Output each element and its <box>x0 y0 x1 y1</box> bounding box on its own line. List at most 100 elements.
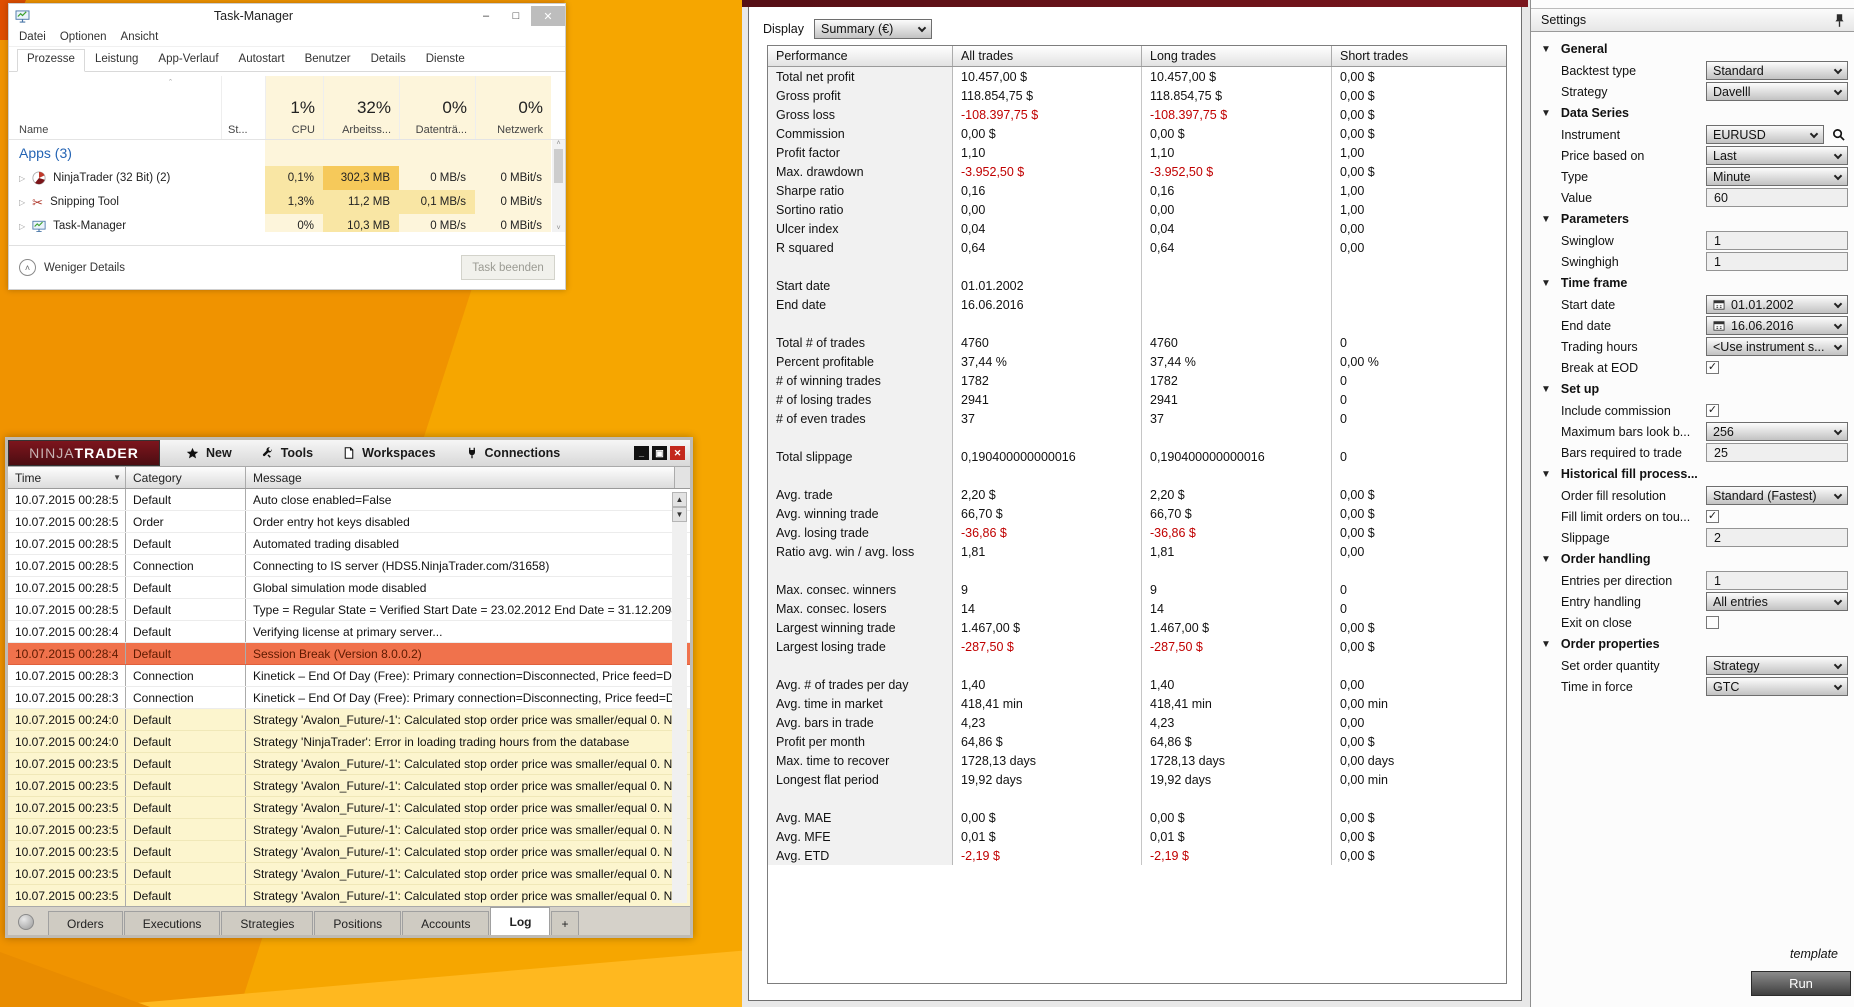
log-row[interactable]: 10.07.2015 00:28:5DefaultGlobal simulati… <box>8 577 690 599</box>
menu-workspaces[interactable]: Workspaces <box>331 446 447 460</box>
run-button[interactable]: Run <box>1751 971 1851 996</box>
setting-checkbox[interactable] <box>1706 616 1719 629</box>
setting-date-dropdown[interactable]: 01.01.2002 <box>1706 295 1848 314</box>
process-group-row[interactable]: Apps (3) <box>9 140 565 166</box>
expand-caret-icon[interactable]: ▷ <box>19 174 25 183</box>
collapse-triangle-icon[interactable]: ▼ <box>1541 44 1551 55</box>
menu-new[interactable]: New <box>174 446 244 460</box>
log-row[interactable]: 10.07.2015 00:23:5DefaultStrategy 'Avalo… <box>8 863 690 885</box>
log-row[interactable]: 10.07.2015 00:23:5DefaultStrategy 'Avalo… <box>8 753 690 775</box>
collapse-triangle-icon[interactable]: ▼ <box>1541 639 1551 650</box>
settings-group-header[interactable]: ▼Parameters <box>1531 208 1854 230</box>
column-cpu[interactable]: 1% CPU <box>265 76 323 139</box>
column-performance[interactable]: Performance <box>768 46 953 66</box>
log-row[interactable]: 10.07.2015 00:28:5ConnectionConnecting t… <box>8 555 690 577</box>
process-row[interactable]: ▷NinjaTrader (32 Bit) (2)0,1%302,3 MB0 M… <box>9 166 565 190</box>
setting-dropdown[interactable]: Davelll <box>1706 82 1848 101</box>
log-column-time[interactable]: Time ▼ <box>8 467 126 488</box>
log-scrollbar[interactable]: ▲ ▼ <box>672 492 687 903</box>
setting-input[interactable]: 2 <box>1706 528 1848 547</box>
settings-group-header[interactable]: ▼Set up <box>1531 378 1854 400</box>
tab-prozesse[interactable]: Prozesse <box>17 49 85 72</box>
maximize-button[interactable]: ▣ <box>652 446 667 460</box>
fewer-details-toggle[interactable]: ˄ Weniger Details <box>19 259 125 276</box>
close-button[interactable]: ✕ <box>670 446 685 460</box>
log-row[interactable]: 10.07.2015 00:28:3ConnectionKinetick – E… <box>8 665 690 687</box>
setting-input[interactable]: 1 <box>1706 231 1848 250</box>
setting-dropdown[interactable]: Standard <box>1706 61 1848 80</box>
collapse-triangle-icon[interactable]: ▼ <box>1541 214 1551 225</box>
setting-dropdown[interactable]: All entries <box>1706 592 1848 611</box>
maximize-button[interactable]: □ <box>501 6 531 26</box>
scroll-up-icon[interactable]: ▲ <box>672 492 687 507</box>
collapse-triangle-icon[interactable]: ▼ <box>1541 469 1551 480</box>
settings-group-header[interactable]: ▼Time frame <box>1531 272 1854 294</box>
column-short-trades[interactable]: Short trades <box>1332 46 1506 66</box>
settings-group-header[interactable]: ▼Data Series <box>1531 102 1854 124</box>
search-icon[interactable] <box>1832 128 1845 141</box>
setting-checkbox[interactable]: ✓ <box>1706 361 1719 374</box>
scroll-down-icon[interactable]: ˅ <box>556 225 560 232</box>
collapse-triangle-icon[interactable]: ▼ <box>1541 554 1551 565</box>
setting-checkbox[interactable]: ✓ <box>1706 404 1719 417</box>
setting-input[interactable]: 1 <box>1706 252 1848 271</box>
process-row[interactable]: ▷Task-Manager0%10,3 MB0 MB/s0 MBit/s <box>9 214 565 232</box>
log-row[interactable]: 10.07.2015 00:23:5DefaultStrategy 'Avalo… <box>8 819 690 841</box>
column-all-trades[interactable]: All trades <box>953 46 1142 66</box>
setting-input[interactable]: 1 <box>1706 571 1848 590</box>
collapse-triangle-icon[interactable]: ▼ <box>1541 278 1551 289</box>
display-dropdown[interactable]: Summary (€) <box>814 19 932 39</box>
menu-datei[interactable]: Datei <box>19 31 46 43</box>
tab-log[interactable]: Log <box>490 907 550 935</box>
expand-caret-icon[interactable]: ▷ <box>19 198 25 207</box>
tab-benutzer[interactable]: Benutzer <box>295 49 361 71</box>
setting-dropdown[interactable]: <Use instrument s... <box>1706 337 1848 356</box>
column-name[interactable]: Name <box>19 124 221 136</box>
log-row[interactable]: 10.07.2015 00:28:5DefaultAutomated tradi… <box>8 533 690 555</box>
tab-dienste[interactable]: Dienste <box>416 49 475 71</box>
tab-app-verlauf[interactable]: App-Verlauf <box>148 49 228 71</box>
scrollbar-thumb[interactable] <box>554 149 563 183</box>
column-status[interactable]: St... <box>221 76 265 139</box>
menu-optionen[interactable]: Optionen <box>60 31 107 43</box>
setting-checkbox[interactable]: ✓ <box>1706 510 1719 523</box>
log-row[interactable]: 10.07.2015 00:24:0DefaultStrategy 'Ninja… <box>8 731 690 753</box>
setting-dropdown[interactable]: Last <box>1706 146 1848 165</box>
setting-dropdown[interactable]: Minute <box>1706 167 1848 186</box>
tab-strategies[interactable]: Strategies <box>221 911 313 935</box>
tab-positions[interactable]: Positions <box>314 911 401 935</box>
end-task-button[interactable]: Task beenden <box>461 255 555 280</box>
log-row[interactable]: 10.07.2015 00:28:4DefaultVerifying licen… <box>8 621 690 643</box>
log-row[interactable]: 10.07.2015 00:23:5DefaultStrategy 'Avalo… <box>8 841 690 863</box>
setting-date-dropdown[interactable]: 16.06.2016 <box>1706 316 1848 335</box>
tab-details[interactable]: Details <box>361 49 416 71</box>
log-row[interactable]: 10.07.2015 00:28:5DefaultAuto close enab… <box>8 489 690 511</box>
setting-dropdown[interactable]: GTC <box>1706 677 1848 696</box>
scroll-down-icon[interactable]: ▼ <box>672 507 687 522</box>
menu-connections[interactable]: Connections <box>454 446 573 460</box>
column-disk[interactable]: 0% Datenträ... <box>399 76 475 139</box>
log-column-message[interactable]: Message <box>246 467 675 488</box>
settings-group-header[interactable]: ▼Historical fill process... <box>1531 463 1854 485</box>
column-memory[interactable]: 32% Arbeitss... <box>323 76 399 139</box>
log-row[interactable]: 10.07.2015 00:28:3ConnectionKinetick – E… <box>8 687 690 709</box>
expand-caret-icon[interactable]: ▷ <box>19 222 25 231</box>
ninjatrader-titlebar[interactable]: NINJATRADER NewToolsWorkspacesConnection… <box>8 440 690 467</box>
settings-group-header[interactable]: ▼General <box>1531 38 1854 60</box>
setting-dropdown[interactable]: Standard (Fastest) <box>1706 486 1848 505</box>
scroll-up-icon[interactable]: ˄ <box>556 140 560 147</box>
settings-group-header[interactable]: ▼Order properties <box>1531 633 1854 655</box>
tab-orders[interactable]: Orders <box>48 911 123 935</box>
log-row[interactable]: 10.07.2015 00:28:5OrderOrder entry hot k… <box>8 511 690 533</box>
template-link[interactable]: template <box>1790 947 1838 961</box>
setting-dropdown[interactable]: 256 <box>1706 422 1848 441</box>
log-row[interactable]: 10.07.2015 00:23:5DefaultStrategy 'Avalo… <box>8 775 690 797</box>
setting-dropdown[interactable]: Strategy <box>1706 656 1848 675</box>
setting-input[interactable]: 60 <box>1706 188 1848 207</box>
process-list-scrollbar[interactable]: ˄ ˅ <box>552 140 565 232</box>
close-button[interactable]: ✕ <box>531 6 565 26</box>
column-network[interactable]: 0% Netzwerk <box>475 76 551 139</box>
minimize-button[interactable]: – <box>471 6 501 26</box>
tab-accounts[interactable]: Accounts <box>402 911 489 935</box>
settings-group-header[interactable]: ▼Order handling <box>1531 548 1854 570</box>
